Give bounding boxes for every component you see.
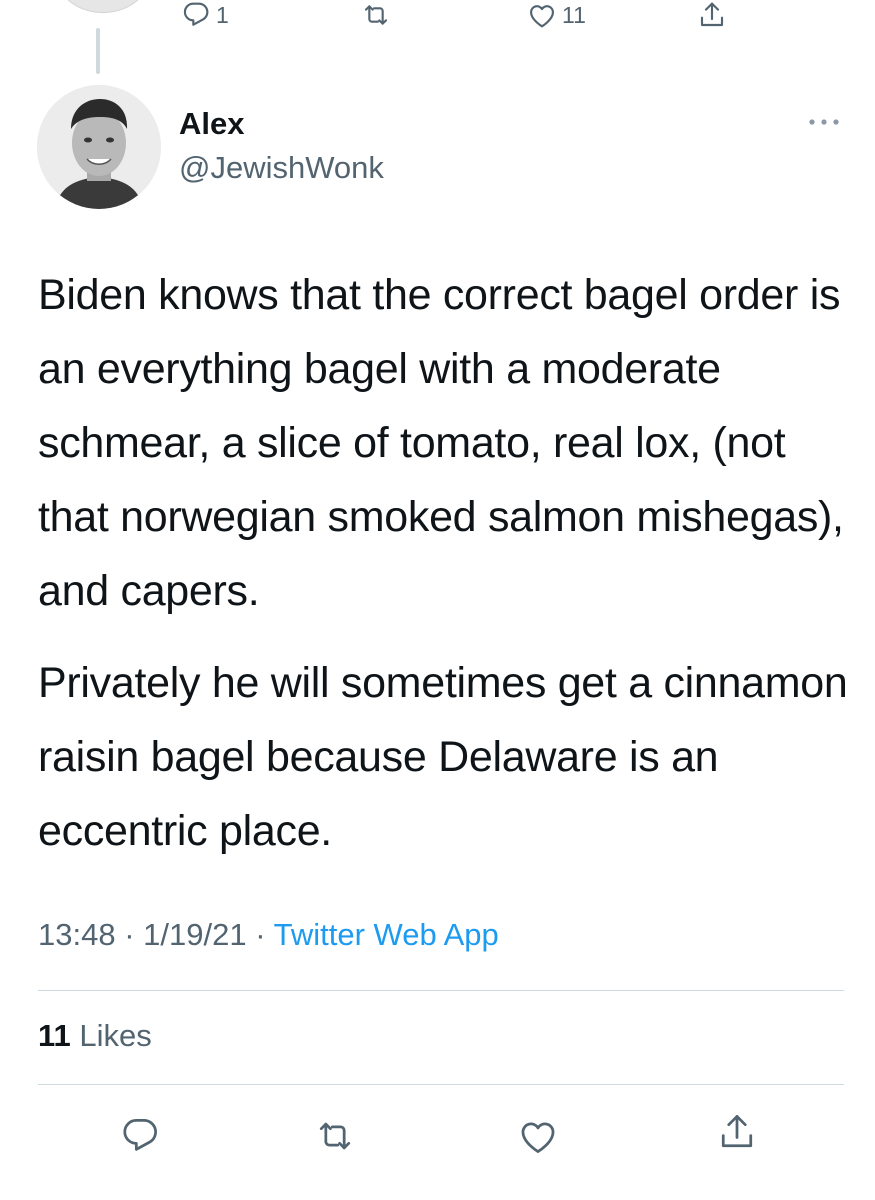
reply-button[interactable] <box>118 1114 162 1158</box>
previous-reply-count: 1 <box>216 1 229 28</box>
more-options-button[interactable] <box>806 114 842 130</box>
author-name[interactable]: Alex <box>179 106 244 142</box>
tweet-source-link[interactable]: Twitter Web App <box>274 917 499 952</box>
likes-label: Likes <box>79 1018 152 1053</box>
heart-icon <box>526 0 558 31</box>
like-button[interactable] <box>516 1114 560 1158</box>
reply-icon <box>180 0 212 31</box>
likes-number: 11 <box>38 1018 71 1053</box>
previous-like-count: 11 <box>562 1 586 28</box>
heart-icon <box>516 1114 560 1158</box>
author-avatar[interactable] <box>37 85 161 209</box>
tweet-text-paragraph-2: Privately he will sometimes get a cinnam… <box>38 659 848 855</box>
more-icon <box>806 114 842 130</box>
share-icon <box>715 1110 759 1154</box>
reply-icon <box>118 1114 162 1158</box>
tweet-text-paragraph-1: Biden knows that the correct bagel order… <box>38 271 844 615</box>
previous-reply-button[interactable]: 1 <box>180 0 229 31</box>
divider-bottom <box>38 1084 844 1085</box>
retweet-icon <box>360 0 392 31</box>
meta-separator: · <box>124 917 135 952</box>
retweet-icon <box>313 1114 357 1158</box>
previous-like-button[interactable]: 11 <box>526 0 586 31</box>
retweet-button[interactable] <box>313 1114 357 1158</box>
tweet-metadata: 13:48 · 1/19/21 · Twitter Web App <box>38 917 499 953</box>
previous-retweet-button[interactable] <box>360 0 392 31</box>
previous-tweet-avatar[interactable] <box>58 0 148 13</box>
author-handle[interactable]: @JewishWonk <box>179 150 384 186</box>
tweet-date[interactable]: 1/19/21 <box>143 917 246 952</box>
previous-share-button[interactable] <box>696 0 728 31</box>
thread-connector-line <box>96 28 100 74</box>
meta-separator: · <box>255 917 266 952</box>
divider-top <box>38 990 844 991</box>
likes-count-link[interactable]: 11 Likes <box>38 1018 152 1054</box>
share-button[interactable] <box>715 1110 759 1154</box>
tweet-time[interactable]: 13:48 <box>38 917 116 952</box>
share-icon <box>696 0 728 31</box>
